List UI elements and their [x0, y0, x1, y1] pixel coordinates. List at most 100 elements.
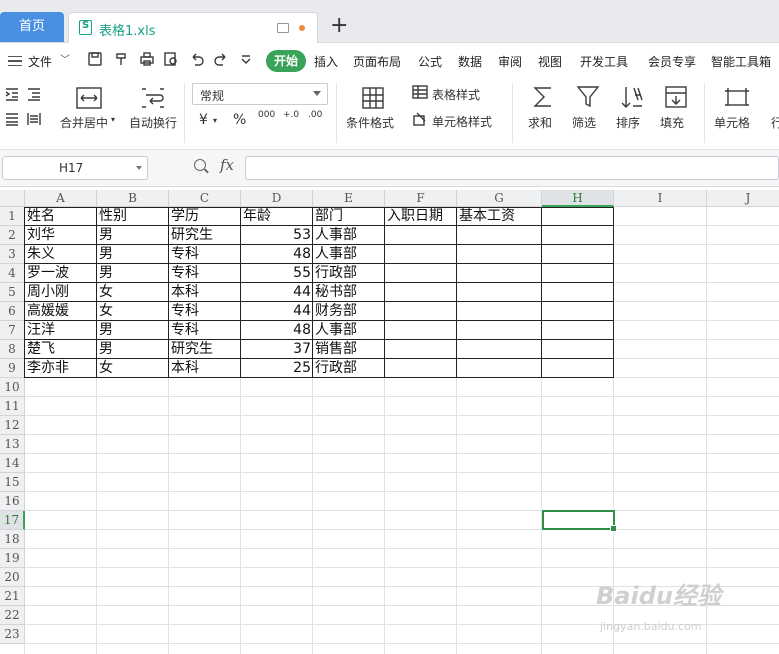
sort-button[interactable]: 排序	[616, 114, 640, 131]
table-cell[interactable]: 48	[241, 245, 313, 264]
table-cell[interactable]: 本科	[169, 359, 241, 378]
filter-button[interactable]: 筛选	[572, 114, 596, 131]
table-cell[interactable]: 女	[97, 359, 169, 378]
menu-data[interactable]: 数据	[458, 53, 482, 70]
row-header-16[interactable]: 16	[0, 492, 25, 511]
table-cell[interactable]: 研究生	[169, 340, 241, 359]
row-header-18[interactable]: 18	[0, 530, 25, 549]
align-indent-icon[interactable]	[4, 87, 20, 101]
table-cell[interactable]: 男	[97, 321, 169, 340]
row-header-19[interactable]: 19	[0, 549, 25, 568]
header-cell[interactable]: 入职日期	[385, 207, 457, 226]
sum-icon[interactable]	[532, 85, 554, 109]
row-header-11[interactable]: 11	[0, 397, 25, 416]
table-cell[interactable]: 秘书部	[313, 283, 385, 302]
hamburger-icon[interactable]	[8, 56, 22, 66]
row-header-22[interactable]: 22	[0, 606, 25, 625]
table-cell[interactable]: 专科	[169, 264, 241, 283]
header-cell[interactable]: 性别	[97, 207, 169, 226]
align-justify-icon[interactable]	[4, 112, 20, 126]
row-header-3[interactable]: 3	[0, 245, 25, 264]
fx-icon[interactable]: fx	[220, 156, 234, 174]
row-header-8[interactable]: 8	[0, 340, 25, 359]
header-cell[interactable]: 学历	[169, 207, 241, 226]
chevron-down-icon[interactable]: ▾	[213, 116, 217, 125]
table-cell[interactable]: 44	[241, 283, 313, 302]
table-cell[interactable]: 专科	[169, 245, 241, 264]
print-preview-icon[interactable]	[164, 52, 178, 66]
table-cell[interactable]: 55	[241, 264, 313, 283]
column-header-j[interactable]: J	[707, 190, 779, 207]
menu-review[interactable]: 审阅	[498, 53, 522, 70]
row-header-5[interactable]: 5	[0, 283, 25, 302]
table-cell[interactable]: 男	[97, 245, 169, 264]
table-cell[interactable]: 人事部	[313, 321, 385, 340]
select-all-corner[interactable]	[0, 190, 25, 207]
row-header-9[interactable]: 9	[0, 359, 25, 378]
column-header-d[interactable]: D	[241, 190, 313, 207]
merge-center-icon[interactable]	[76, 87, 102, 109]
row-header-4[interactable]: 4	[0, 264, 25, 283]
column-header-h[interactable]: H	[542, 190, 614, 207]
table-cell[interactable]: 专科	[169, 321, 241, 340]
wrap-text-icon[interactable]	[140, 87, 166, 109]
table-cell[interactable]: 朱义	[25, 245, 97, 264]
menu-member[interactable]: 会员专享	[648, 53, 696, 70]
row-header-17[interactable]: 17	[0, 511, 25, 530]
row-header-23[interactable]: 23	[0, 625, 25, 644]
table-cell[interactable]: 人事部	[313, 245, 385, 264]
column-header-c[interactable]: C	[169, 190, 241, 207]
table-cell[interactable]: 女	[97, 283, 169, 302]
table-cell[interactable]: 汪洋	[25, 321, 97, 340]
fill-icon[interactable]	[664, 85, 688, 109]
undo-icon[interactable]	[190, 52, 204, 66]
row-header-21[interactable]: 21	[0, 587, 25, 606]
menu-insert[interactable]: 插入	[314, 53, 338, 70]
formula-input[interactable]	[245, 156, 779, 180]
header-cell[interactable]: 年龄	[241, 207, 313, 226]
sum-button[interactable]: 求和	[528, 114, 552, 131]
table-cell[interactable]: 53	[241, 226, 313, 245]
row-header-15[interactable]: 15	[0, 473, 25, 492]
table-cell[interactable]: 48	[241, 321, 313, 340]
menu-smart-tools[interactable]: 智能工具箱	[711, 53, 771, 70]
tab-home[interactable]: 首页	[0, 12, 64, 42]
menu-view[interactable]: 视图	[538, 53, 562, 70]
table-cell[interactable]: 行政部	[313, 264, 385, 283]
table-cell[interactable]: 37	[241, 340, 313, 359]
table-cell[interactable]: 男	[97, 340, 169, 359]
column-header-a[interactable]: A	[25, 190, 97, 207]
menu-file[interactable]: 文件	[28, 53, 52, 70]
table-cell[interactable]: 高媛媛	[25, 302, 97, 321]
name-box[interactable]: H17	[2, 156, 148, 180]
menu-formula[interactable]: 公式	[418, 53, 442, 70]
print-icon[interactable]	[140, 52, 154, 66]
fill-button[interactable]: 填充	[660, 114, 684, 131]
table-cell[interactable]: 人事部	[313, 226, 385, 245]
row-header-13[interactable]: 13	[0, 435, 25, 454]
filter-icon[interactable]	[576, 85, 600, 109]
rowcol-button[interactable]: 行	[771, 114, 779, 131]
row-header-1[interactable]: 1	[0, 207, 25, 226]
monitor-icon[interactable]	[277, 23, 289, 33]
row-header-6[interactable]: 6	[0, 302, 25, 321]
column-header-f[interactable]: F	[385, 190, 457, 207]
sort-icon[interactable]	[620, 85, 644, 109]
chevron-down-icon[interactable]: ﹀	[60, 54, 74, 68]
chevron-down-icon[interactable]: ▾	[111, 115, 115, 124]
conditional-format-button[interactable]: 条件格式	[346, 114, 394, 131]
table-cell[interactable]: 本科	[169, 283, 241, 302]
menu-page-layout[interactable]: 页面布局	[353, 53, 401, 70]
conditional-format-icon[interactable]	[362, 87, 384, 109]
tab-file[interactable]: 表格1.xls	[68, 12, 318, 43]
cell-style-icon[interactable]	[412, 112, 428, 126]
table-cell[interactable]: 25	[241, 359, 313, 378]
table-cell[interactable]: 李亦非	[25, 359, 97, 378]
table-cell[interactable]: 44	[241, 302, 313, 321]
table-cell[interactable]: 专科	[169, 302, 241, 321]
table-cell[interactable]: 研究生	[169, 226, 241, 245]
table-cell[interactable]: 销售部	[313, 340, 385, 359]
zoom-icon[interactable]	[194, 159, 206, 171]
redo-icon[interactable]	[214, 52, 228, 66]
menu-start[interactable]: 开始	[266, 50, 306, 72]
